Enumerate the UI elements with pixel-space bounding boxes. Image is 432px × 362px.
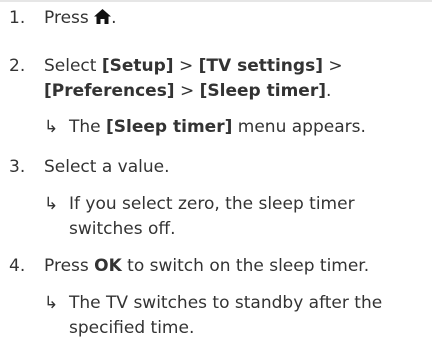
step-text: Press OK to switch on the sleep timer.: [44, 254, 428, 279]
separator: >: [173, 56, 199, 76]
menu-setup: [Setup]: [101, 56, 174, 76]
result-text-line2: switches off.: [69, 219, 176, 239]
period: .: [326, 81, 332, 101]
ok-key-label: OK: [94, 256, 122, 276]
step-number: 2.: [9, 56, 26, 76]
menu-sleep-timer: [Sleep timer]: [106, 117, 233, 137]
home-icon: [94, 9, 112, 24]
step-text: Select [Setup] > [TV settings] >: [44, 54, 428, 79]
menu-preferences: [Preferences]: [44, 81, 175, 101]
result-prefix: The: [69, 117, 107, 137]
press-label: Press: [44, 256, 95, 276]
result-text-line1: If you select zero, the sleep timer: [69, 194, 355, 214]
step-number: 4.: [9, 256, 26, 276]
press-label: Press: [44, 8, 95, 28]
step-text-line2: [Preferences] > [Sleep timer].: [44, 79, 428, 104]
result-text-line2: specified time.: [69, 318, 195, 338]
result-arrow-icon: ↳: [44, 293, 59, 313]
result-text-line1: The TV switches to standby after the: [69, 293, 383, 313]
menu-tv-settings: [TV settings]: [198, 56, 323, 76]
top-divider: [0, 0, 432, 2]
step-number: 3.: [9, 157, 26, 177]
result-arrow-icon: ↳: [44, 194, 59, 214]
step-text: Select a value.: [44, 157, 170, 177]
result-text: The [Sleep timer] menu appears.: [69, 115, 424, 140]
step-text-rest: to switch on the sleep timer.: [121, 256, 370, 276]
result-suffix: menu appears.: [232, 117, 366, 137]
select-label: Select: [44, 56, 102, 76]
separator: >: [174, 81, 200, 101]
period: .: [111, 8, 117, 28]
result-arrow-icon: ↳: [44, 117, 59, 137]
step-number: 1.: [9, 8, 26, 28]
step-text: Press .: [44, 6, 428, 31]
separator: >: [322, 56, 343, 76]
menu-sleep-timer: [Sleep timer]: [199, 81, 326, 101]
